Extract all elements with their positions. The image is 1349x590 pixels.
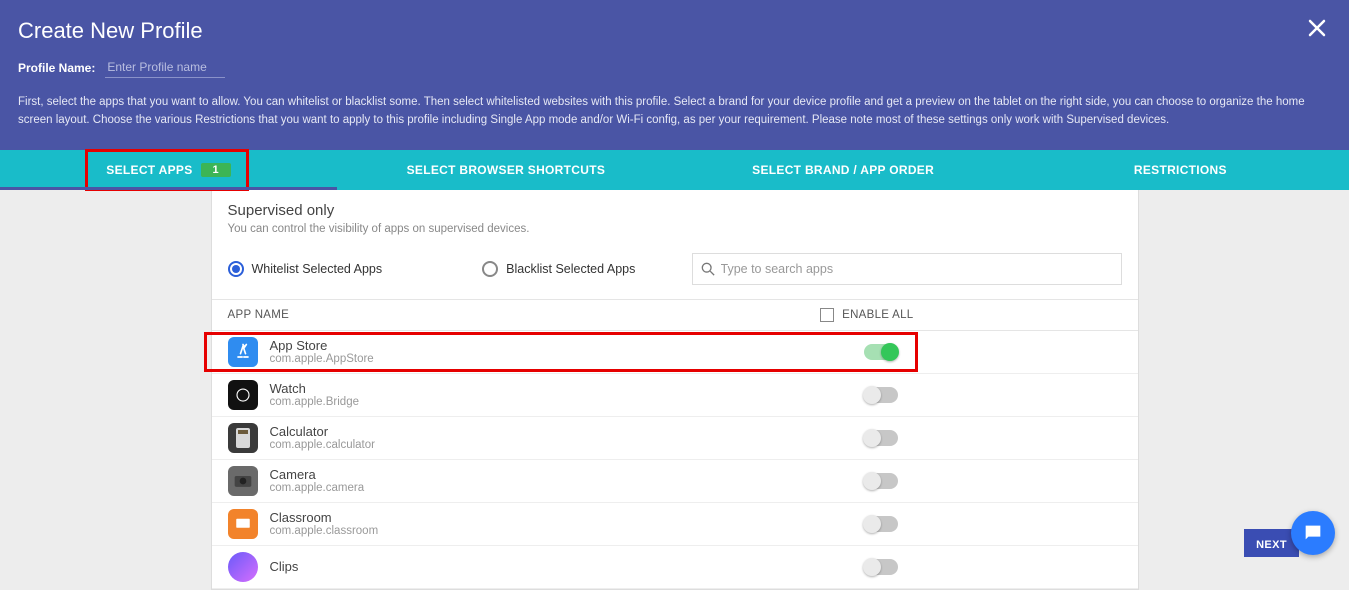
controls-row: Whitelist Selected Apps Blacklist Select… <box>212 243 1138 299</box>
app-row: Cameracom.apple.camera <box>212 460 1138 503</box>
chat-fab[interactable] <box>1291 511 1335 555</box>
app-icon <box>228 423 258 453</box>
panel-title: Supervised only <box>228 202 1122 219</box>
radio-label: Blacklist Selected Apps <box>506 262 635 276</box>
toggle-knob <box>863 472 881 490</box>
tab-label: SELECT APPS <box>106 163 192 177</box>
search-icon <box>701 262 715 276</box>
radio-label: Whitelist Selected Apps <box>252 262 383 276</box>
app-row: Calculatorcom.apple.calculator <box>212 417 1138 460</box>
app-toggle[interactable] <box>864 430 898 446</box>
toggle-knob <box>881 343 899 361</box>
app-id: com.apple.AppStore <box>270 353 374 365</box>
app-name: Watch <box>270 381 360 396</box>
profile-name-input[interactable] <box>105 58 225 78</box>
tab-active-underline <box>0 187 337 190</box>
whitelist-radio[interactable]: Whitelist Selected Apps <box>228 261 383 277</box>
app-labels: Classroomcom.apple.classroom <box>270 510 379 537</box>
app-name: App Store <box>270 338 374 353</box>
enable-all-label: ENABLE ALL <box>842 309 913 321</box>
tab-label: RESTRICTIONS <box>1134 163 1227 177</box>
tab-browser-shortcuts[interactable]: SELECT BROWSER SHORTCUTS <box>337 150 674 190</box>
app-icon <box>228 552 258 582</box>
app-toggle[interactable] <box>864 473 898 489</box>
tab-label: SELECT BRAND / APP ORDER <box>752 163 934 177</box>
app-labels: App Storecom.apple.AppStore <box>270 338 374 365</box>
tab-brand-app-order[interactable]: SELECT BRAND / APP ORDER <box>675 150 1012 190</box>
tab-select-apps[interactable]: SELECT APPS 1 <box>0 150 337 190</box>
app-row: Clips <box>212 546 1138 589</box>
app-icon <box>228 337 258 367</box>
blacklist-radio[interactable]: Blacklist Selected Apps <box>482 261 635 277</box>
checkbox-icon <box>820 308 834 322</box>
app-id: com.apple.Bridge <box>270 396 360 408</box>
app-row: Classroomcom.apple.classroom <box>212 503 1138 546</box>
radio-icon <box>228 261 244 277</box>
app-name: Calculator <box>270 424 375 439</box>
chat-icon <box>1302 522 1324 544</box>
app-name: Clips <box>270 559 299 574</box>
radio-icon <box>482 261 498 277</box>
toggle-knob <box>863 386 881 404</box>
app-toggle[interactable] <box>864 344 898 360</box>
close-icon <box>1307 18 1327 38</box>
app-toggle[interactable] <box>864 387 898 403</box>
app-row: Watchcom.apple.Bridge <box>212 374 1138 417</box>
app-icon <box>228 380 258 410</box>
app-labels: Cameracom.apple.camera <box>270 467 365 494</box>
app-list: App Storecom.apple.AppStoreWatchcom.appl… <box>212 331 1138 589</box>
close-button[interactable] <box>1307 18 1327 43</box>
app-id: com.apple.classroom <box>270 525 379 537</box>
app-icon <box>228 466 258 496</box>
toggle-knob <box>863 429 881 447</box>
tabs: SELECT APPS 1 SELECT BROWSER SHORTCUTS S… <box>0 150 1349 190</box>
content: Supervised only You can control the visi… <box>0 190 1349 590</box>
app-toggle[interactable] <box>864 516 898 532</box>
panel: Supervised only You can control the visi… <box>211 190 1139 590</box>
app-name: Classroom <box>270 510 379 525</box>
app-labels: Clips <box>270 559 299 574</box>
tab-restrictions[interactable]: RESTRICTIONS <box>1012 150 1349 190</box>
profile-name-row: Profile Name: <box>18 58 1331 78</box>
app-toggle[interactable] <box>864 559 898 575</box>
header-description: First, select the apps that you want to … <box>18 94 1331 130</box>
profile-name-label: Profile Name: <box>18 61 95 75</box>
search-input[interactable] <box>721 262 1113 276</box>
app-labels: Watchcom.apple.Bridge <box>270 381 360 408</box>
toggle-knob <box>863 558 881 576</box>
tab-label: SELECT BROWSER SHORTCUTS <box>407 163 606 177</box>
app-icon <box>228 509 258 539</box>
panel-subtitle: You can control the visibility of apps o… <box>228 223 1122 235</box>
app-id: com.apple.calculator <box>270 439 375 451</box>
col-app-name: APP NAME <box>228 309 290 321</box>
app-row: App Storecom.apple.AppStore <box>212 331 1138 374</box>
app-id: com.apple.camera <box>270 482 365 494</box>
header: Create New Profile Profile Name: First, … <box>0 0 1349 150</box>
enable-all[interactable]: ENABLE ALL <box>820 308 913 322</box>
table-head: APP NAME ENABLE ALL <box>212 299 1138 331</box>
page-title: Create New Profile <box>18 18 1331 44</box>
search-box[interactable] <box>692 253 1122 285</box>
app-labels: Calculatorcom.apple.calculator <box>270 424 375 451</box>
tab-badge: 1 <box>201 163 231 177</box>
toggle-knob <box>863 515 881 533</box>
app-name: Camera <box>270 467 365 482</box>
panel-head: Supervised only You can control the visi… <box>212 190 1138 243</box>
